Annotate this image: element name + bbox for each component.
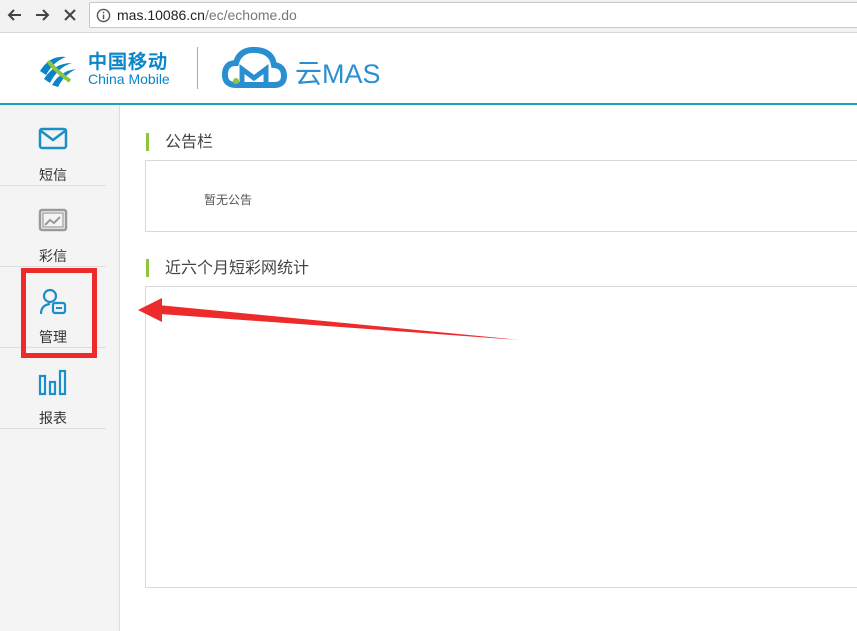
cloud-mas-logo-icon — [221, 45, 288, 95]
bar-chart-icon — [38, 368, 68, 396]
notice-title: 公告栏 — [146, 133, 213, 151]
browser-toolbar: mas.10086.cn/ec/echome.do — [0, 0, 857, 33]
china-mobile-logo-icon — [36, 47, 80, 95]
product-name: 云MAS — [295, 59, 381, 89]
close-icon[interactable] — [59, 4, 81, 26]
brand-cn: 中国移动 — [88, 51, 169, 73]
back-arrow-icon[interactable] — [4, 4, 26, 26]
site-header: 中国移动 China Mobile 云MAS — [0, 33, 857, 105]
sidebar-item-sms[interactable]: 短信 — [0, 105, 106, 186]
highlight-box — [21, 268, 97, 358]
sidebar-item-label: 彩信 — [39, 249, 67, 265]
sidebar-item-mms[interactable]: 彩信 — [0, 186, 106, 267]
notice-empty-text: 暂无公告 — [204, 193, 253, 207]
forward-arrow-icon[interactable] — [31, 4, 53, 26]
picture-icon — [38, 206, 68, 234]
address-bar[interactable]: mas.10086.cn/ec/echome.do — [89, 2, 857, 28]
sidebar-item-reports[interactable]: 报表 — [0, 348, 106, 429]
envelope-icon — [38, 125, 68, 153]
url-path: /ec/echome.do — [204, 7, 297, 23]
header-divider — [197, 47, 198, 89]
url-text: mas.10086.cn/ec/echome.do — [117, 7, 297, 23]
url-host: mas.10086.cn — [117, 7, 205, 23]
brand-en: China Mobile — [88, 71, 170, 87]
sidebar: 短信 彩信 管理 报表 — [0, 105, 120, 631]
notice-panel: 暂无公告 — [145, 160, 857, 232]
info-icon[interactable] — [96, 8, 111, 27]
sidebar-item-label: 短信 — [39, 168, 67, 184]
stats-panel — [145, 286, 857, 588]
stats-title: 近六个月短彩网统计 — [146, 259, 309, 277]
sidebar-item-label: 报表 — [39, 411, 67, 427]
